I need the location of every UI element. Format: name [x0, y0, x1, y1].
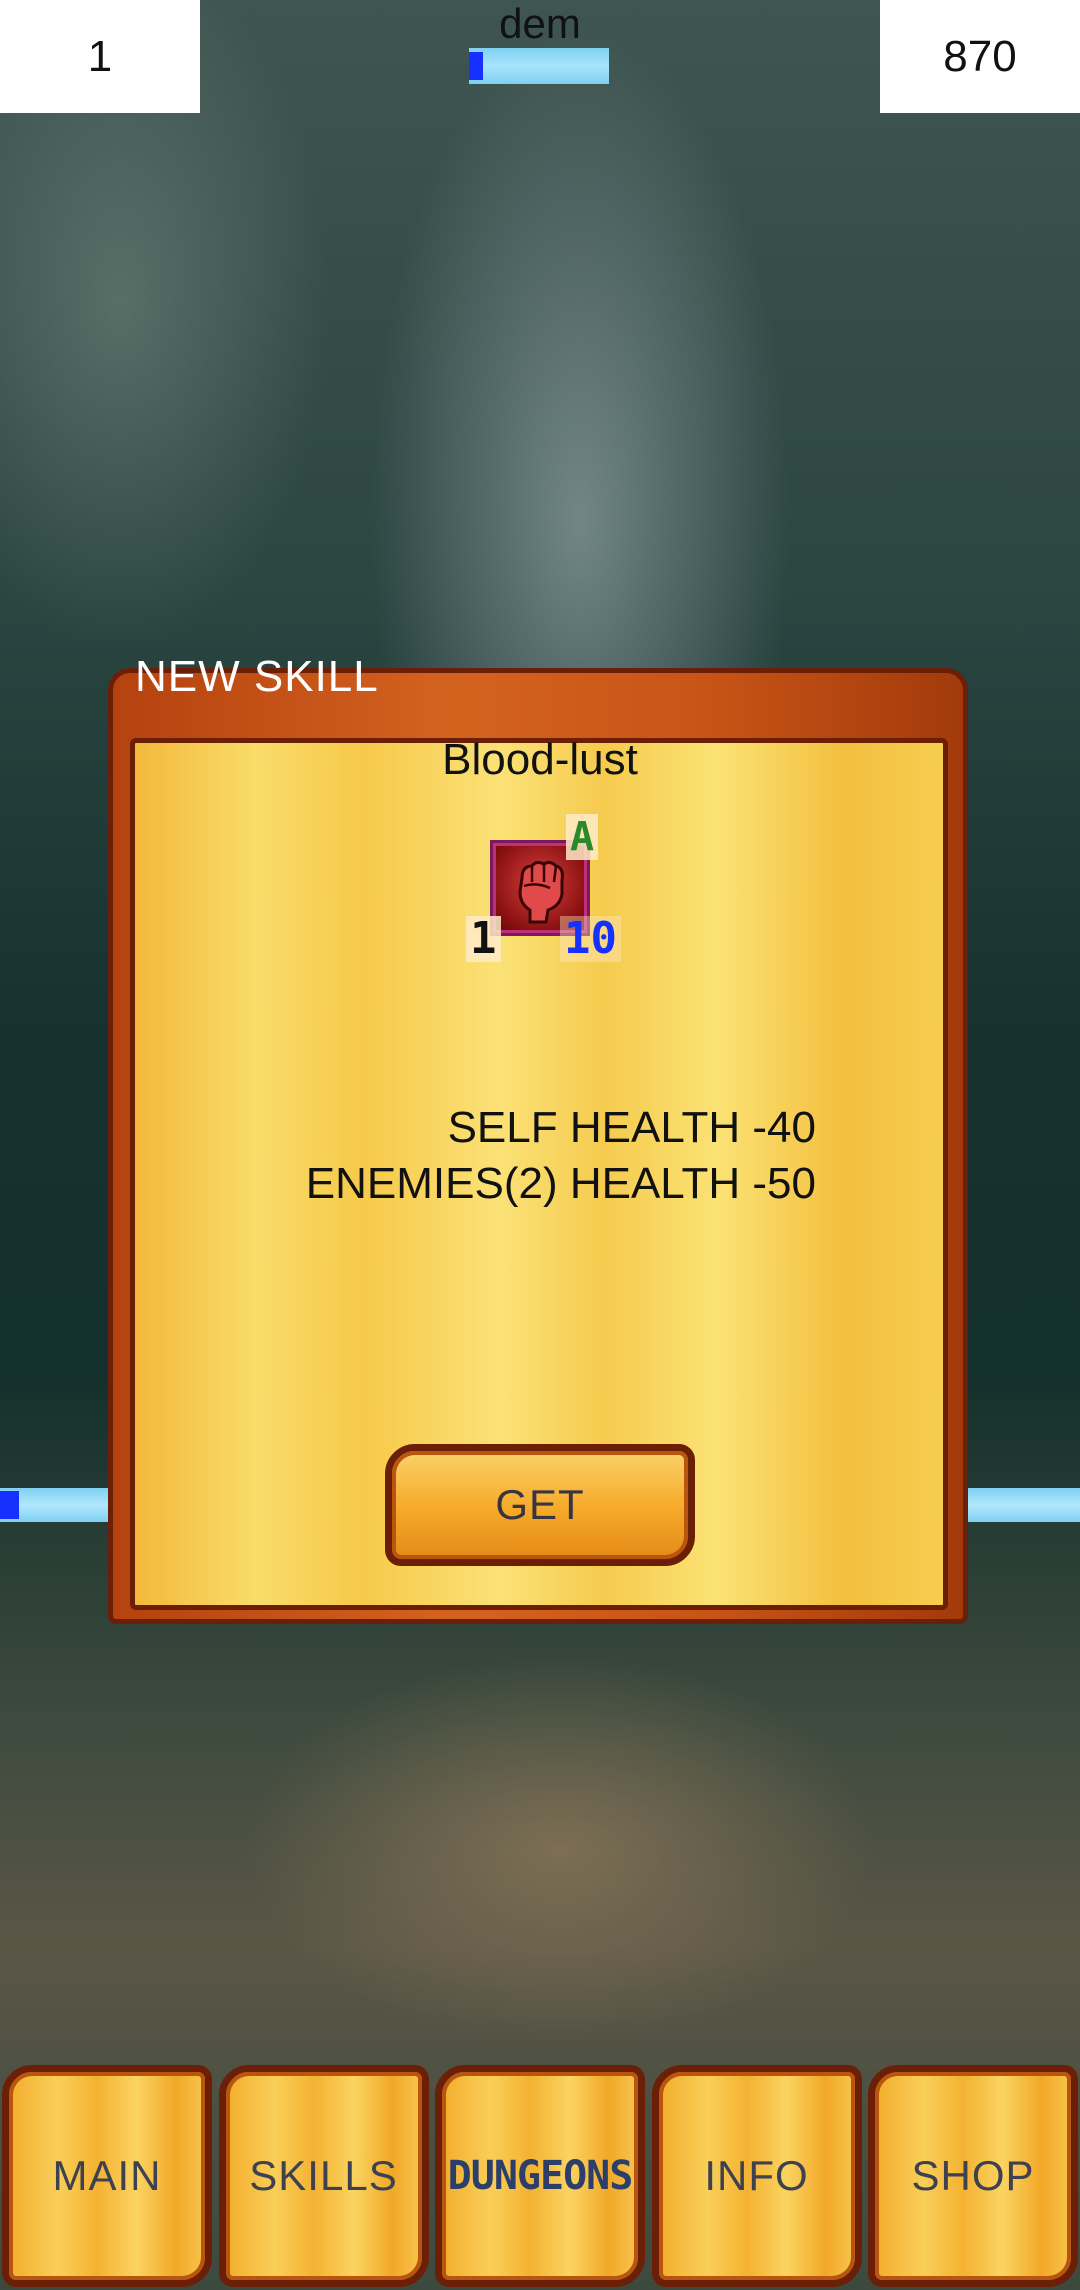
- skill-level-badge: 1: [466, 916, 501, 962]
- nav-main-button[interactable]: MAIN: [2, 2065, 212, 2287]
- player-name: dem: [499, 0, 581, 47]
- nav-shop-button[interactable]: SHOP: [868, 2065, 1078, 2287]
- get-button[interactable]: GET: [385, 1444, 695, 1566]
- effect-line: ENEMIES(2) HEALTH -50: [305, 1159, 816, 1208]
- skill-type-badge: A: [566, 814, 599, 860]
- skill-name: Blood-lust: [442, 735, 638, 784]
- enemy-health-bar-right: [950, 1488, 1080, 1522]
- dialog-title: NEW SKILL: [135, 652, 379, 701]
- bottom-nav: MAIN SKILLS DUNGEONS INFO SHOP: [0, 2062, 1080, 2290]
- player-health-bar: [469, 48, 609, 84]
- gold-value: 870: [943, 31, 1017, 81]
- player-health-fill: [469, 52, 483, 80]
- enemy-health-fill: [0, 1491, 20, 1519]
- skill-effects: SELF HEALTH -40 ENEMIES(2) HEALTH -50: [306, 1100, 816, 1212]
- nav-skills-button[interactable]: SKILLS: [218, 2065, 429, 2287]
- gold-counter: 870: [880, 0, 1080, 113]
- level-counter: 1: [0, 0, 200, 113]
- enemy-health-bar-left: [0, 1488, 120, 1522]
- effect-line: SELF HEALTH -40: [447, 1103, 816, 1152]
- nav-info-button[interactable]: INFO: [651, 2065, 862, 2287]
- nav-dungeons-button[interactable]: DUNGEONS: [435, 2065, 645, 2287]
- level-value: 1: [87, 31, 113, 81]
- skill-cost-badge: 10: [560, 916, 621, 962]
